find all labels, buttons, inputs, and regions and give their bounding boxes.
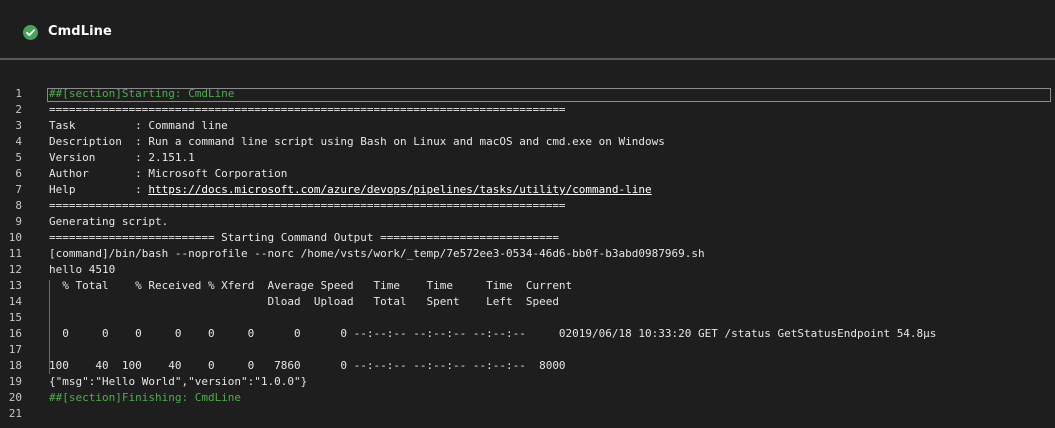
line-number: 20 <box>8 391 22 404</box>
line-number: 8 <box>15 199 22 212</box>
log-line-text: ========================================… <box>49 103 566 116</box>
line-number: 4 <box>15 135 22 148</box>
line-number: 6 <box>15 167 22 180</box>
log-line: 7 Help : https://docs.microsoft.com/azure… <box>0 182 1055 198</box>
log-line-text: [command]/bin/bash --noprofile --norc /h… <box>49 247 705 260</box>
line-number: 10 <box>8 231 22 244</box>
line-number: 7 <box>15 183 22 196</box>
log-line: 14 Dload Upload Total Spent Left Speed <box>0 294 1055 310</box>
log-line: 12 hello 4510 <box>0 262 1055 278</box>
line-number: 3 <box>15 119 22 132</box>
line-number: 19 <box>8 375 22 388</box>
line-number: 15 <box>8 311 22 324</box>
log-line: 13 % Total % Received % Xferd Average Sp… <box>0 278 1055 294</box>
line-number: 1 <box>15 87 22 100</box>
check-circle-icon <box>23 25 38 40</box>
log-output[interactable]: 1 ##[section]Starting: CmdLine 2 ==========… <box>0 86 1055 428</box>
line-number: 16 <box>8 327 22 340</box>
log-line: 17 <box>0 342 1055 358</box>
log-line-text: % Total % Received % Xferd Average Speed… <box>49 279 573 292</box>
log-line: 19 {"msg":"Hello World","version":"1.0.0"… <box>0 374 1055 390</box>
log-line: 15 <box>0 310 1055 326</box>
log-line-text: ========================================… <box>49 199 566 212</box>
line-number: 11 <box>8 247 22 260</box>
log-line: 6 Author : Microsoft Corporation <box>0 166 1055 182</box>
log-line-text: Dload Upload Total Spent Left Speed <box>49 295 559 308</box>
log-line-text: Author : Microsoft Corporation <box>49 167 288 180</box>
section-marker-text: ##[section]Finishing: CmdLine <box>49 391 242 404</box>
job-header: CmdLine <box>0 0 1055 60</box>
log-line-text: Version : 2.151.1 <box>49 151 195 164</box>
log-line: 5 Version : 2.151.1 <box>0 150 1055 166</box>
line-number: 21 <box>8 407 22 420</box>
log-line: 11 [command]/bin/bash --noprofile --norc … <box>0 246 1055 262</box>
job-title: CmdLine <box>48 24 112 39</box>
log-line-text: Task : Command line <box>49 119 228 132</box>
log-line: 16 0 0 0 0 0 0 0 0 --:--:-- --:--:-- --:… <box>0 326 1055 342</box>
log-line-text: {"msg":"Hello World","version":"1.0.0"} <box>49 375 308 388</box>
line-number: 12 <box>8 263 22 276</box>
log-line: 10 ========================= Starting Com… <box>0 230 1055 246</box>
line-number: 18 <box>8 359 22 372</box>
output-guide-line <box>49 280 50 374</box>
log-line: 21 <box>0 406 1055 422</box>
log-line: 4 Description : Run a command line script… <box>0 134 1055 150</box>
log-line-text: 0 0 0 0 0 0 0 0 --:--:-- --:--:-- --:--:… <box>49 327 937 340</box>
log-line: 9 Generating script. <box>0 214 1055 230</box>
log-line: 2 =======================================… <box>0 102 1055 118</box>
help-link[interactable]: https://docs.microsoft.com/azure/devops/… <box>148 183 651 196</box>
log-line-text: hello 4510 <box>49 263 116 276</box>
selected-line-outline <box>47 88 1051 102</box>
log-line: 3 Task : Command line <box>0 118 1055 134</box>
line-number: 14 <box>8 295 22 308</box>
line-number: 9 <box>15 215 22 228</box>
log-line-text: ========================= Starting Comma… <box>49 231 559 244</box>
log-line-text: Help : https://docs.microsoft.com/azure/… <box>49 183 652 196</box>
log-line: 18 100 40 100 40 0 0 7860 0 --:--:-- --:-… <box>0 358 1055 374</box>
log-line: 20 ##[section]Finishing: CmdLine <box>0 390 1055 406</box>
line-number: 17 <box>8 343 22 356</box>
line-number: 13 <box>8 279 22 292</box>
line-number: 2 <box>15 103 22 116</box>
log-line-text: Generating script. <box>49 215 169 228</box>
log-line-text: Description : Run a command line script … <box>49 135 665 148</box>
log-line: 8 =======================================… <box>0 198 1055 214</box>
log-line-text: 100 40 100 40 0 0 7860 0 --:--:-- --:--:… <box>49 359 566 372</box>
line-number: 5 <box>15 151 22 164</box>
